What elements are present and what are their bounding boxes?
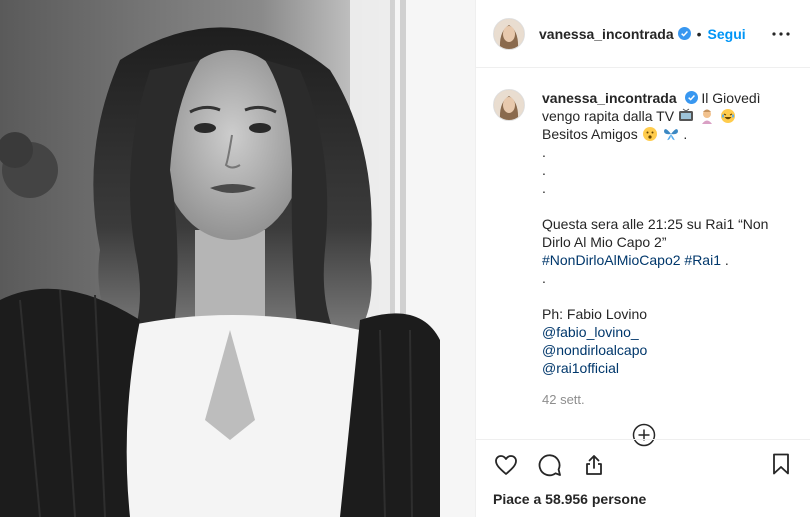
avatar[interactable] — [493, 17, 525, 50]
caption-username[interactable]: vanessa_incontrada — [542, 90, 677, 106]
caption-line-1: Il Giovedì — [701, 90, 761, 106]
bookmark-icon — [773, 453, 789, 475]
hashtag-suffix: . — [721, 252, 729, 268]
header-separator: • — [696, 25, 702, 42]
more-options-icon — [772, 32, 790, 36]
likes-count[interactable]: Piace a 58.956 persone — [493, 491, 646, 507]
action-icons — [493, 452, 625, 478]
comments-area: vanessa_incontrada Il Giovedì vengo rapi… — [476, 69, 810, 439]
comment-button[interactable] — [537, 452, 563, 478]
caption-dot-3: . — [542, 180, 546, 196]
caption: vanessa_incontrada Il Giovedì vengo rapi… — [493, 89, 792, 409]
post-timestamp[interactable]: 42 sett. — [542, 391, 792, 409]
avatar-image — [494, 90, 524, 120]
mention-link[interactable]: @rai1official — [542, 360, 619, 376]
share-button[interactable] — [581, 452, 607, 478]
face-emoji-icon — [642, 127, 657, 141]
caption-line-3: Besitos Amigos — [542, 126, 638, 142]
post-sidebar: vanessa_incontrada • Segui vanessa_incon… — [475, 0, 810, 517]
caption-avatar[interactable] — [493, 89, 525, 121]
heart-icon — [495, 455, 517, 475]
more-options-button[interactable] — [769, 22, 793, 46]
avatar-image — [494, 18, 524, 49]
mention-link[interactable]: @fabio_lovino_ — [542, 324, 639, 340]
post-actions: Piace a 58.956 persone — [476, 439, 810, 517]
caption-dot-1: . — [542, 144, 546, 160]
save-button[interactable] — [769, 452, 795, 478]
caption-period: . — [683, 126, 688, 142]
portrait-image — [0, 0, 475, 517]
post-photo[interactable] — [0, 0, 475, 517]
like-button[interactable] — [493, 452, 519, 478]
header-username[interactable]: vanessa_incontrada — [539, 26, 674, 42]
hashtag-link[interactable]: #NonDirloAlMioCapo2 — [542, 252, 681, 268]
caption-line-5: Dirlo Al Mio Capo 2” — [542, 234, 667, 250]
mention-link[interactable]: @nondirloalcapo — [542, 342, 647, 358]
caption-dot-2: . — [542, 162, 546, 178]
caption-dot-4: . — [542, 270, 546, 286]
woman-gesturing-emoji-icon — [701, 109, 712, 124]
comment-bubble-icon — [538, 454, 561, 477]
instagram-post: vanessa_incontrada • Segui vanessa_incon… — [0, 0, 810, 517]
post-header: vanessa_incontrada • Segui — [476, 0, 810, 68]
hashtag-link[interactable]: #Rai1 — [684, 252, 721, 268]
butterfly-emoji-icon — [663, 129, 678, 141]
photo-credit: Ph: Fabio Lovino — [542, 306, 648, 322]
verified-badge-icon — [677, 27, 691, 40]
laughing-emoji-icon — [720, 109, 735, 123]
caption-line-2: vengo rapita dalla TV — [542, 108, 675, 124]
caption-line-4: Questa sera alle 21:25 su Rai1 “Non — [542, 216, 769, 232]
share-icon — [586, 455, 602, 475]
caption-text: vanessa_incontrada Il Giovedì vengo rapi… — [542, 89, 792, 409]
follow-button[interactable]: Segui — [708, 26, 746, 42]
verified-badge-icon — [684, 91, 698, 104]
tv-emoji-icon — [678, 108, 693, 121]
